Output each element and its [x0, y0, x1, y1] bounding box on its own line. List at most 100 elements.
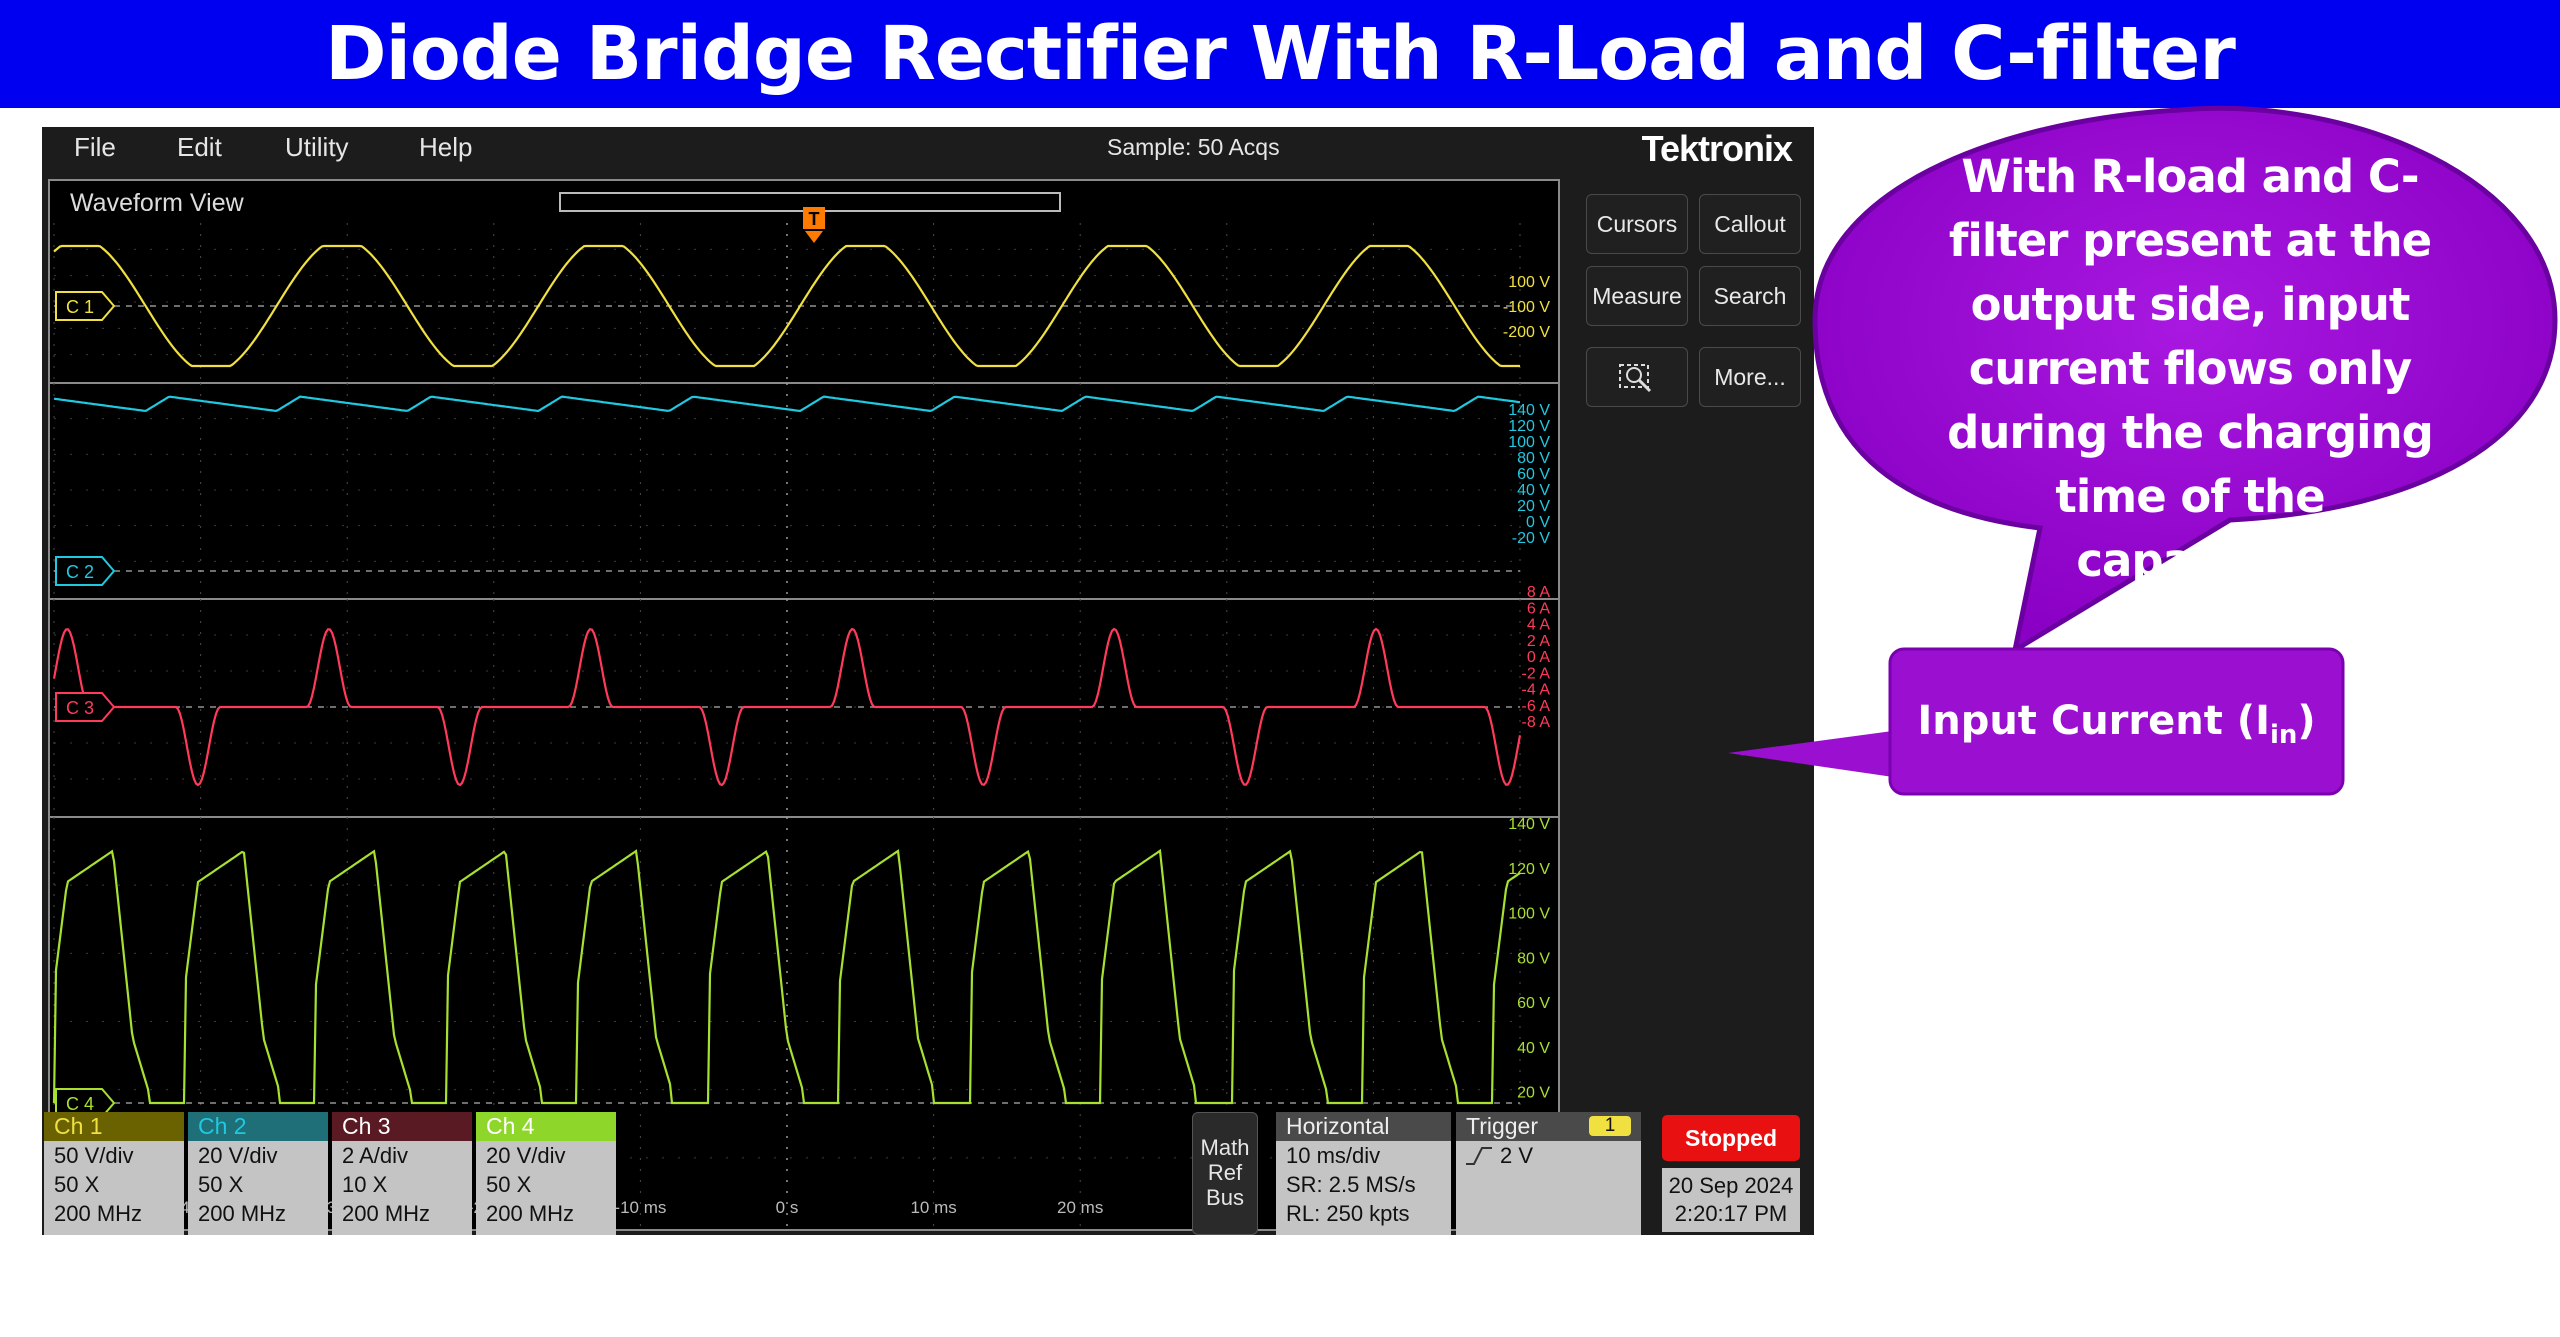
c2-axis-label: 40 V: [1517, 482, 1550, 499]
ch4-header: Ch 4: [476, 1112, 616, 1141]
time-text: 2:20:17 PM: [1674, 1201, 1788, 1226]
c2-axis-label: 60 V: [1517, 466, 1550, 483]
run-stop-button[interactable]: Stopped: [1662, 1115, 1800, 1161]
more-button[interactable]: More...: [1699, 347, 1801, 407]
brand-logo: Tektronix: [1641, 128, 1793, 169]
c3-axis-label: -2 A: [1522, 665, 1551, 682]
c4-axis-label: 60 V: [1517, 995, 1550, 1012]
c4-axis-label: 20 V: [1517, 1085, 1550, 1102]
time-axis-label: -10 ms: [614, 1198, 666, 1217]
input-current-text: Input Current (I: [1917, 698, 2270, 744]
c4-badge-label: C 4: [66, 1094, 94, 1114]
date-text: 20 Sep 2024: [1668, 1173, 1794, 1198]
bubble-text: With R-load and C-filter present at the …: [1947, 150, 2434, 587]
ch2-bw: 200 MHz: [198, 1201, 287, 1226]
ch1-settings[interactable]: Ch 1 50 V/div 50 X 200 MHz: [44, 1112, 184, 1235]
menu-bar: File Edit Utility Help Sample: 50 Acqs T…: [42, 127, 1814, 169]
c3-axis-label: 6 A: [1527, 600, 1550, 617]
c3-axis-label: -4 A: [1522, 682, 1551, 699]
math-label: Math: [1200, 1135, 1250, 1160]
ch3-atten: 10 X: [342, 1172, 388, 1197]
rising-edge-icon: [1466, 1147, 1492, 1165]
menu-file[interactable]: File: [74, 127, 116, 167]
ch4-waveform: [52, 848, 1521, 1105]
c2-axis-label: -20 V: [1512, 530, 1551, 547]
page-title: Diode Bridge Rectifier With R-Load and C…: [325, 11, 2236, 97]
callout-button[interactable]: Callout: [1699, 194, 1801, 254]
trigger-arrow-icon: [805, 231, 823, 243]
c4-axis-label: 120 V: [1508, 861, 1550, 878]
ch1-header: Ch 1: [44, 1112, 184, 1141]
time-axis-label: 20 ms: [1057, 1198, 1103, 1217]
ch2-waveform: [53, 395, 1521, 413]
ch2-scale: 20 V/div: [198, 1143, 278, 1168]
acquisition-status: Sample: 50 Acqs: [1107, 134, 1280, 160]
search-button[interactable]: Search: [1699, 266, 1801, 326]
horizontal-scale: 10 ms/div: [1286, 1143, 1381, 1168]
input-current-close: ): [2297, 698, 2316, 744]
ch1-atten: 50 X: [54, 1172, 100, 1197]
trigger-settings[interactable]: Trigger 1 2 V: [1456, 1112, 1641, 1235]
c3-axis-label: 8 A: [1527, 584, 1550, 601]
c2-axis-label: 0 V: [1526, 514, 1550, 531]
c3-axis-label: -6 A: [1522, 698, 1551, 715]
menu-help[interactable]: Help: [419, 127, 472, 167]
input-current-subscript: in: [2269, 720, 2298, 750]
bus-label: Bus: [1206, 1185, 1244, 1210]
ch4-settings[interactable]: Ch 4 20 V/div 50 X 200 MHz: [476, 1112, 616, 1235]
ch3-scale: 2 A/div: [342, 1143, 409, 1168]
record-length: RL: 250 kpts: [1286, 1201, 1410, 1226]
ch2-settings[interactable]: Ch 2 20 V/div 50 X 200 MHz: [188, 1112, 328, 1235]
ch2-header: Ch 2: [188, 1112, 328, 1141]
ch3-settings[interactable]: Ch 3 2 A/div 10 X 200 MHz: [332, 1112, 472, 1235]
c3-axis-label: 0 A: [1527, 649, 1550, 666]
zoom-button[interactable]: [1586, 347, 1688, 407]
menu-utility[interactable]: Utility: [285, 127, 349, 167]
c4-axis-label: 80 V: [1517, 950, 1550, 967]
trigger-label: Trigger: [1466, 1113, 1538, 1139]
time-axis-label: 0 s: [776, 1198, 799, 1217]
datetime-display: 20 Sep 2024 2:20:17 PM: [1662, 1168, 1800, 1232]
c2-axis-label: 100 V: [1508, 434, 1550, 451]
ch4-scale: 20 V/div: [486, 1143, 566, 1168]
input-current-label: Input Current (Iin): [1890, 649, 2343, 794]
ref-label: Ref: [1207, 1160, 1243, 1185]
trigger-level: 2 V: [1500, 1143, 1534, 1168]
c2-axis-label: 20 V: [1517, 498, 1550, 515]
ch4-bw: 200 MHz: [486, 1201, 575, 1226]
c2-axis-label: 80 V: [1517, 450, 1550, 467]
ch1-bw: 200 MHz: [54, 1201, 143, 1226]
horizontal-header: Horizontal: [1276, 1112, 1451, 1141]
time-axis-label: 10 ms: [910, 1198, 956, 1217]
c3-badge-label: C 3: [66, 698, 94, 718]
measure-button[interactable]: Measure: [1586, 266, 1688, 326]
waveform-display[interactable]: TC 1C 2C 3C 4100 V-100 V-200 V140 V120 V…: [50, 181, 1558, 1229]
ch3-bw: 200 MHz: [342, 1201, 431, 1226]
c3-axis-label: 4 A: [1527, 617, 1550, 634]
cursors-button[interactable]: Cursors: [1586, 194, 1688, 254]
menu-edit[interactable]: Edit: [177, 127, 222, 167]
page-title-banner: Diode Bridge Rectifier With R-Load and C…: [0, 0, 2560, 108]
c2-axis-label: 120 V: [1508, 418, 1550, 435]
c4-axis-label: 140 V: [1508, 816, 1550, 833]
c1-axis-label: 100 V: [1508, 274, 1550, 291]
trigger-header: Trigger 1: [1456, 1112, 1641, 1141]
c4-axis-label: 40 V: [1517, 1040, 1550, 1057]
c4-axis-label: 100 V: [1508, 906, 1550, 923]
horizontal-settings[interactable]: Horizontal 10 ms/div SR: 2.5 MS/s RL: 25…: [1276, 1112, 1451, 1235]
c3-axis-label: -8 A: [1522, 714, 1551, 731]
oscilloscope-window: File Edit Utility Help Sample: 50 Acqs T…: [42, 127, 1814, 1235]
ch1-scale: 50 V/div: [54, 1143, 134, 1168]
c1-axis-label: -200 V: [1503, 324, 1550, 341]
ch4-atten: 50 X: [486, 1172, 532, 1197]
sample-rate: SR: 2.5 MS/s: [1286, 1172, 1416, 1197]
c3-axis-label: 2 A: [1527, 633, 1550, 650]
trigger-source-badge: 1: [1589, 1116, 1631, 1136]
trigger-marker-label: T: [809, 209, 820, 229]
zoom-icon: [1619, 364, 1652, 393]
math-ref-bus-button[interactable]: Math Ref Bus: [1192, 1112, 1258, 1235]
waveform-view[interactable]: Waveform View TC 1C 2C 3C 4 100 V -100 V -2…: [48, 179, 1560, 1231]
c1-axis-label: -100 V: [1503, 299, 1550, 316]
ch2-atten: 50 X: [198, 1172, 244, 1197]
c2-badge-label: C 2: [66, 562, 94, 582]
